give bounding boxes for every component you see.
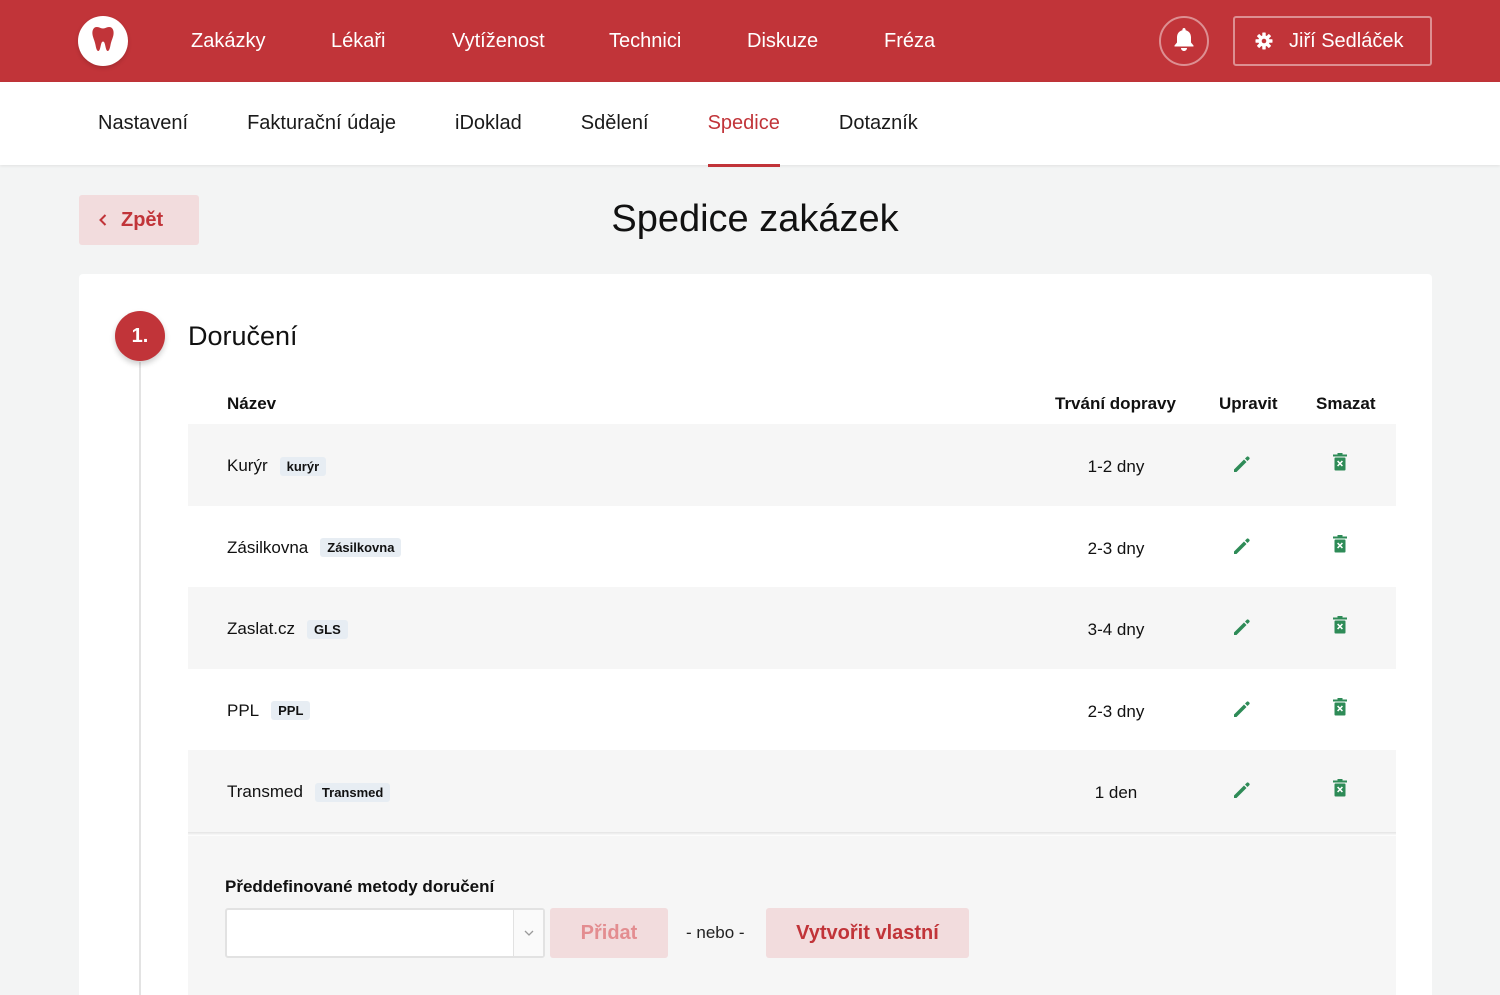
step-badge: 1.: [115, 311, 165, 361]
shipping-duration: 2-3 dny: [1087, 538, 1145, 558]
top-navbar: Zakázky Lékaři Vytíženost Technici Disku…: [0, 0, 1500, 82]
shipping-duration: 3-4 dny: [1087, 620, 1145, 640]
or-separator: - nebo -: [686, 923, 745, 942]
shipping-duration: 2-3 dny: [1087, 701, 1145, 721]
trash-icon[interactable]: [1332, 452, 1348, 472]
table-row: Transmed Transmed 1 den: [188, 750, 1396, 832]
shipping-name: Zásilkovna: [227, 537, 309, 557]
app-logo[interactable]: [78, 16, 128, 66]
tab-sdeleni[interactable]: Sdělení: [581, 82, 649, 165]
table-row: PPL PPL 2-3 dny: [188, 669, 1396, 751]
predefined-method-select[interactable]: [225, 908, 545, 958]
shipping-table: Kurýr kurýr 1-2 dny Zásilkovna Zásilkovn…: [188, 424, 1396, 832]
shipping-duration: 1-2 dny: [1087, 457, 1145, 476]
nav-item-freza[interactable]: Fréza: [884, 30, 974, 53]
shipping-name: Transmed: [227, 782, 303, 802]
row-name: PPL PPL: [227, 700, 311, 721]
shipping-name: Zaslat.cz: [227, 619, 296, 639]
pencil-icon[interactable]: [1232, 536, 1252, 556]
row-name: Zásilkovna Zásilkovna: [227, 537, 402, 558]
pencil-icon[interactable]: [1232, 454, 1252, 474]
pencil-icon[interactable]: [1232, 699, 1252, 719]
table-row: Zásilkovna Zásilkovna 2-3 dny: [188, 506, 1396, 588]
trash-icon[interactable]: [1332, 778, 1348, 798]
column-header-duration: Trvání dopravy: [1055, 394, 1176, 413]
nav-item-zakazky[interactable]: Zakázky: [191, 30, 331, 53]
predefined-methods-label: Předdefinované metody doručení: [225, 877, 495, 896]
table-header: Název Trvání dopravy Upravit Smazat: [188, 386, 1396, 424]
table-row: Kurýr kurýr 1-2 dny: [188, 424, 1396, 506]
user-settings-button[interactable]: Jiří Sedláček: [1233, 16, 1432, 66]
trash-icon[interactable]: [1332, 534, 1348, 554]
shipping-name: Kurýr: [227, 456, 268, 475]
column-header-delete: Smazat: [1316, 394, 1376, 413]
pencil-icon[interactable]: [1232, 617, 1252, 637]
tooth-icon: [91, 26, 115, 57]
section-title: Doručení: [188, 321, 298, 351]
carrier-tag: PPL: [271, 701, 311, 721]
nav-item-technici[interactable]: Technici: [609, 30, 747, 53]
row-name: Zaslat.cz GLS: [227, 619, 348, 639]
main-nav: Zakázky Lékaři Vytíženost Technici Disku…: [191, 0, 974, 82]
column-header-name: Název: [227, 394, 277, 413]
nav-item-lekari[interactable]: Lékaři: [331, 30, 452, 53]
carrier-tag: GLS: [307, 619, 348, 639]
tab-dotaznik[interactable]: Dotazník: [839, 82, 918, 165]
shipping-name: PPL: [227, 700, 260, 720]
step-line: [139, 362, 141, 995]
page-title: Spedice zakázek: [611, 198, 899, 240]
table-row: Zaslat.cz GLS 3-4 dny: [188, 587, 1396, 669]
tab-spedice[interactable]: Spedice: [707, 82, 781, 167]
pencil-icon[interactable]: [1232, 780, 1252, 800]
sub-navbar: Nastavení Fakturační údaje iDoklad Sděle…: [0, 82, 1500, 167]
carrier-tag: Zásilkovna: [320, 538, 402, 558]
tab-idoklad[interactable]: iDoklad: [455, 82, 522, 165]
trash-icon[interactable]: [1332, 697, 1348, 717]
bell-icon: [1173, 27, 1195, 56]
add-method-panel: Předdefinované metody doručení Přidat - …: [188, 836, 1396, 995]
user-name: Jiří Sedláček: [1289, 29, 1404, 52]
notifications-button[interactable]: [1159, 16, 1209, 66]
tab-fakturacni-udaje[interactable]: Fakturační údaje: [247, 82, 396, 165]
nav-item-diskuze[interactable]: Diskuze: [747, 30, 884, 53]
row-name: Transmed Transmed: [227, 782, 391, 802]
chevron-down-icon: [513, 910, 543, 956]
nav-item-vytizenost[interactable]: Vytíženost: [452, 30, 609, 53]
create-custom-button[interactable]: Vytvořit vlastní: [766, 908, 969, 958]
settings-tabs: Nastavení Fakturační údaje iDoklad Sděle…: [98, 82, 918, 167]
carrier-tag: kurýr: [279, 456, 327, 476]
shipping-card: 1. Doručení Název Trvání dopravy Upravit…: [79, 274, 1432, 995]
add-button[interactable]: Přidat: [550, 908, 668, 958]
shipping-duration: 1 den: [1094, 783, 1138, 803]
tab-nastaveni[interactable]: Nastavení: [98, 82, 188, 165]
row-name: Kurýr kurýr: [227, 456, 327, 476]
column-header-edit: Upravit: [1219, 394, 1278, 413]
trash-icon[interactable]: [1332, 615, 1348, 635]
gear-icon: [1255, 32, 1273, 50]
carrier-tag: Transmed: [314, 782, 391, 802]
